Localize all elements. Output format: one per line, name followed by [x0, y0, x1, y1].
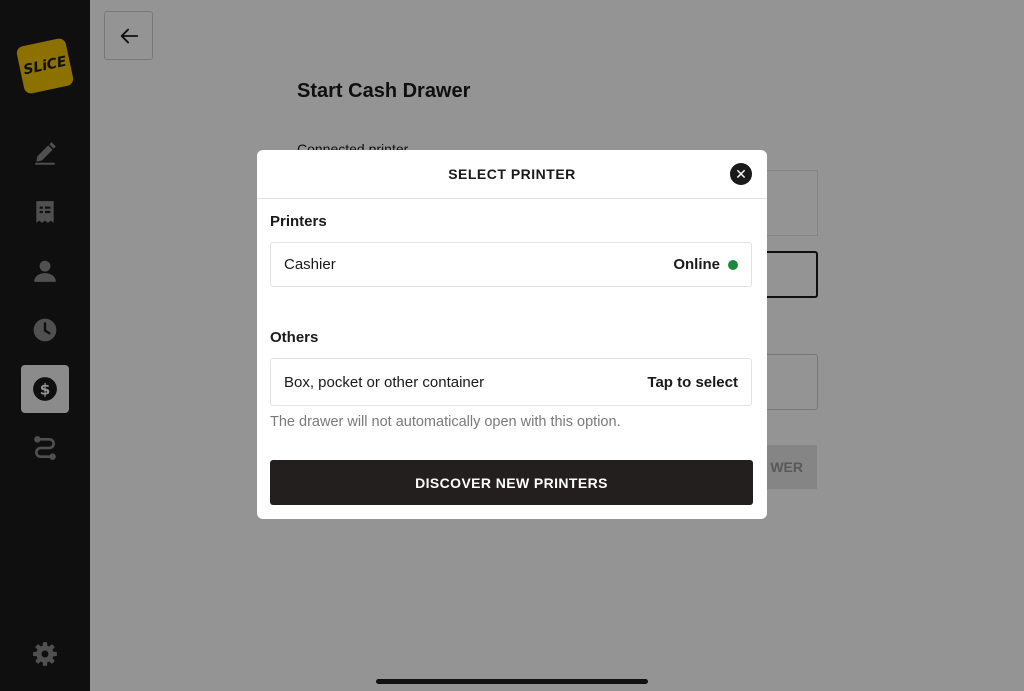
- printer-row-cashier[interactable]: Cashier Online: [270, 242, 752, 287]
- others-section-label: Others: [270, 329, 319, 346]
- other-option-name: Box, pocket or other container: [284, 373, 485, 391]
- printer-name: Cashier: [284, 256, 336, 273]
- modal-header: SELECT PRINTER ✕: [257, 150, 767, 199]
- close-button[interactable]: ✕: [730, 163, 752, 185]
- close-icon: ✕: [735, 166, 747, 182]
- printers-section-label: Printers: [270, 213, 327, 230]
- other-option-container[interactable]: Box, pocket or other container Tap to se…: [270, 358, 752, 406]
- tap-to-select-label: Tap to select: [647, 373, 738, 391]
- helper-text: The drawer will not automatically open w…: [270, 414, 621, 430]
- select-printer-modal: SELECT PRINTER ✕ Printers Cashier Online…: [257, 150, 767, 519]
- printer-status-label: Online: [673, 256, 720, 273]
- home-indicator: [376, 679, 648, 684]
- online-status-dot: [728, 259, 738, 270]
- modal-title: SELECT PRINTER: [448, 166, 576, 182]
- printer-status: Online: [673, 256, 738, 273]
- discover-new-printers-button[interactable]: DISCOVER NEW PRINTERS: [270, 460, 753, 505]
